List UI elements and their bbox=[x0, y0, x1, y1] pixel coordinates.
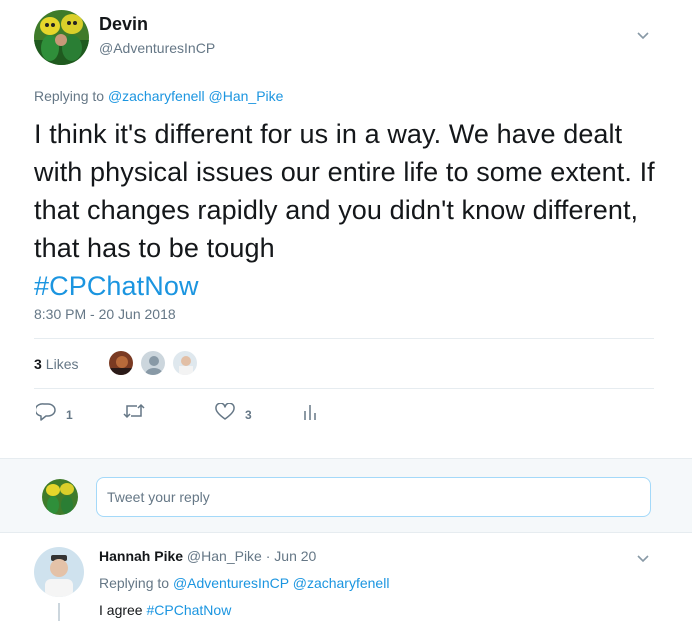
likes-count: 3 bbox=[34, 356, 42, 372]
mention-link[interactable]: @AdventuresInCP bbox=[173, 575, 289, 591]
liker-avatar[interactable] bbox=[108, 350, 134, 376]
tweet-text: I think it's different for us in a way. … bbox=[34, 115, 674, 305]
mention-link[interactable]: @zacharyfenell bbox=[108, 88, 205, 104]
liker-avatar[interactable] bbox=[140, 350, 166, 376]
replying-prefix: Replying to bbox=[99, 575, 170, 591]
tweet-timestamp[interactable]: 8:30 PM - 20 Jun 2018 bbox=[34, 306, 176, 322]
reply-text: I agree #CPChatNow bbox=[99, 602, 231, 618]
retweet-button[interactable] bbox=[123, 403, 155, 424]
reply-button[interactable]: 1 bbox=[34, 403, 73, 426]
author-avatar[interactable] bbox=[34, 10, 89, 65]
retweet-icon bbox=[123, 403, 145, 424]
replying-prefix: Replying to bbox=[34, 88, 105, 104]
reply-header: Hannah Pike @Han_Pike · Jun 20 bbox=[99, 548, 316, 564]
reply-author-name[interactable]: Hannah Pike bbox=[99, 548, 183, 564]
divider bbox=[34, 338, 654, 339]
mention-link[interactable]: @zacharyfenell bbox=[293, 575, 390, 591]
like-button[interactable]: 3 bbox=[215, 402, 252, 426]
likes-label: Likes bbox=[45, 356, 79, 372]
mention-link[interactable]: @Han_Pike bbox=[209, 88, 284, 104]
divider bbox=[34, 388, 654, 389]
liker-avatar[interactable] bbox=[172, 350, 198, 376]
separator: · bbox=[265, 548, 271, 564]
analytics-icon bbox=[303, 403, 317, 426]
likes-summary[interactable]: 3 Likes bbox=[34, 350, 78, 378]
replying-to: Replying to @AdventuresInCP @zacharyfene… bbox=[99, 575, 389, 591]
reply-author-avatar[interactable] bbox=[34, 547, 84, 597]
reply-date[interactable]: Jun 20 bbox=[274, 548, 316, 564]
reply-composer: Tweet your reply bbox=[0, 458, 692, 532]
author-name[interactable]: Devin bbox=[99, 14, 148, 35]
author-handle[interactable]: @AdventuresInCP bbox=[99, 40, 215, 56]
tweet-body: I think it's different for us in a way. … bbox=[34, 119, 655, 263]
main-tweet: Devin @AdventuresInCP Replying to @zacha… bbox=[0, 0, 692, 458]
thread-line bbox=[58, 603, 60, 621]
reply-tweet[interactable]: Hannah Pike @Han_Pike · Jun 20 Replying … bbox=[0, 532, 692, 621]
reply-count: 1 bbox=[66, 407, 73, 422]
hashtag-link[interactable]: #CPChatNow bbox=[146, 602, 231, 618]
reply-body: I agree bbox=[99, 602, 143, 618]
hashtag-link[interactable]: #CPChatNow bbox=[34, 271, 199, 301]
reply-author-handle[interactable]: @Han_Pike bbox=[187, 548, 262, 564]
replying-to: Replying to @zacharyfenell @Han_Pike bbox=[34, 88, 283, 104]
like-count: 3 bbox=[245, 407, 252, 422]
heart-icon bbox=[215, 402, 235, 426]
reply-input[interactable]: Tweet your reply bbox=[96, 477, 651, 517]
chevron-down-icon[interactable] bbox=[636, 551, 650, 565]
chevron-down-icon[interactable] bbox=[636, 28, 650, 42]
reply-icon bbox=[34, 403, 56, 426]
user-avatar bbox=[42, 479, 78, 515]
analytics-button[interactable] bbox=[303, 403, 317, 426]
